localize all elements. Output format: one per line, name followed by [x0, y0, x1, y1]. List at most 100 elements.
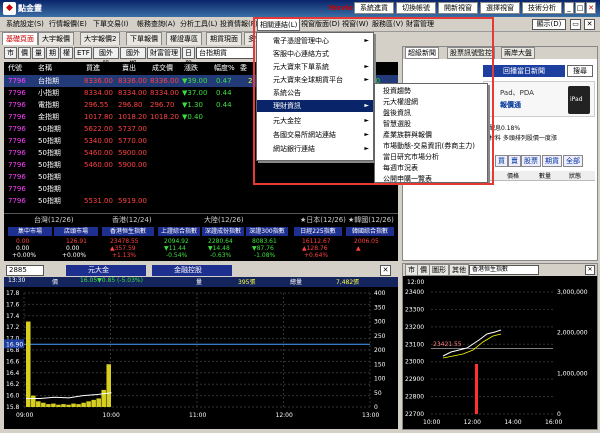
filter-all[interactable]: 全部 [563, 155, 583, 167]
summary-cn-sz[interactable]: 深證成份指數 [202, 227, 244, 236]
y-tick-label: 17.4 [6, 313, 20, 320]
quote-cell-bid: 1017.80 [84, 113, 113, 121]
summary-tw-otc[interactable]: 店頭市場 [54, 227, 98, 236]
filter-volume[interactable]: 量 [32, 47, 45, 59]
finance-info-item[interactable]: 元大權證網 [375, 97, 487, 108]
filter-options[interactable]: 權 [60, 47, 73, 59]
tab-futures[interactable]: 期貨現面 [206, 32, 242, 45]
symbol-select[interactable]: 台指期貨 [196, 47, 254, 59]
chart-vol-label: 量 [196, 279, 203, 286]
restore-icon[interactable]: ▭ [570, 19, 581, 30]
menu-info[interactable]: 投資情報(P) [218, 18, 260, 31]
filter-futures[interactable]: 期貨 [542, 155, 562, 167]
filter-wealth[interactable]: 財富管理 [147, 47, 181, 59]
top-button-1[interactable]: 切換帳號 [396, 2, 436, 14]
top-button-2[interactable]: 開新視窗 [438, 2, 478, 14]
index-close-icon[interactable]: ✕ [585, 265, 595, 275]
display-button[interactable]: 顯示(D) [532, 19, 566, 30]
filter-futures[interactable]: 期 [46, 47, 59, 59]
filter-etf[interactable]: ETF [74, 47, 92, 59]
replay-news-button[interactable]: 回播當日新聞 [483, 65, 565, 77]
tab-warrant[interactable]: 權證專區 [166, 32, 202, 45]
filter-foreign-stock[interactable]: 國外股 [93, 47, 119, 68]
sub-close-icon[interactable]: ✕ [584, 19, 595, 30]
menu-related-links[interactable]: 相關連結(L) [257, 18, 301, 31]
tab-basic[interactable]: 基礎頁面 [2, 32, 38, 45]
menu-account[interactable]: 帳務查詢(A) [135, 18, 177, 31]
tab-quote[interactable]: 大宇報價 [38, 32, 74, 45]
menu-wealth[interactable]: 財富管理 [404, 18, 436, 31]
summary-tw-main[interactable]: 集中市場 [8, 227, 52, 236]
finance-info-item[interactable]: 市場動態-交易資訊(券商主力) [375, 141, 487, 152]
related-link-item[interactable]: 系統公告 [257, 87, 373, 99]
finance-info-item[interactable]: 每週市況表 [375, 163, 487, 174]
related-link-item[interactable]: 電子憑證管理中心 ► [257, 35, 373, 47]
quote-cell-name: 台指期 [38, 77, 59, 85]
filter-price[interactable]: 價 [18, 47, 31, 59]
related-link-item[interactable]: 各國交易所網站連結 ► [257, 129, 373, 141]
summary-jp-nikkei[interactable]: 日經225指數 [294, 227, 342, 236]
finance-info-item[interactable]: 投資趨勢 [375, 86, 487, 97]
filter-day-session[interactable]: 日盤 [182, 47, 195, 68]
tab-cross-strait[interactable]: 兩岸大盤 [501, 47, 535, 59]
menu-quotes[interactable]: 行情報價(E) [47, 18, 89, 31]
rtab-graph[interactable]: 圖形 [429, 264, 449, 276]
y-tick-label: 16.0 [6, 393, 20, 400]
summary-cn-sz300[interactable]: 深證300指數 [246, 227, 288, 236]
related-link-item[interactable]: 元大寶來下單系統 ► [257, 61, 373, 73]
tab-order-quote[interactable]: 下單報價 [126, 32, 162, 45]
finance-info-item[interactable]: 當日研究市場分析 [375, 152, 487, 163]
top-button-0[interactable]: 系統進貨 [354, 2, 394, 14]
filter-sell[interactable]: 賣 [508, 155, 521, 167]
filter-stock[interactable]: 股票 [521, 155, 541, 167]
search-button[interactable]: 搜尋 [567, 65, 593, 77]
stock-code-input[interactable]: 2885 [6, 265, 44, 276]
volume-bar [66, 404, 71, 407]
chart-close-icon[interactable]: ✕ [380, 265, 391, 276]
y-tick-label: 16.4 [6, 370, 20, 377]
industry-button[interactable]: 金融控股 [152, 265, 232, 276]
ad-line1: Pad、PDA [500, 89, 534, 97]
related-link-item[interactable]: 理財資訊 ► [257, 100, 373, 112]
ad-banner[interactable]: Pad、PDA 報價通 iPad [483, 81, 595, 117]
top-button-3[interactable]: 選擇視窗 [480, 2, 520, 14]
minimize-icon[interactable]: _ [564, 2, 574, 14]
related-link-item[interactable]: 客服中心連絡方式 [257, 48, 373, 60]
x-tick-label: 12:00 [276, 412, 293, 419]
summary-hk-hsi[interactable]: 香港恒生指數 [102, 227, 154, 236]
maximize-icon[interactable]: □ [575, 2, 585, 14]
finance-info-item[interactable]: 產業族群與報價 [375, 130, 487, 141]
y-tick-label: 15.8 [6, 404, 20, 411]
summary-cn-sh[interactable]: 上證綜合指數 [158, 227, 200, 236]
menu-order[interactable]: 下單交易(I) [91, 18, 131, 31]
menu-layout[interactable]: 視窗版面(D) [299, 18, 342, 31]
related-link-item[interactable]: 元大金控 ► [257, 115, 373, 127]
quote-row[interactable]: 7796 50指期 5531.00 5919.00 [4, 195, 398, 207]
quote-row[interactable]: 7796 50指期 [4, 183, 398, 195]
close-icon[interactable]: ✕ [586, 2, 596, 14]
filter-buy[interactable]: 買 [495, 155, 508, 167]
tab-signal-monitor[interactable]: 股票訊號監控 [447, 47, 495, 59]
menu-tools[interactable]: 分析工具(L) [178, 18, 219, 31]
submenu-arrow-icon: ► [364, 102, 369, 109]
top-button-4[interactable]: 技術分析 [522, 2, 562, 14]
index-select[interactable]: 香港恒生指數 [469, 265, 539, 275]
menu-service[interactable]: 服務區(V) [370, 18, 405, 31]
menu-system[interactable]: 系統設定(S) [4, 18, 46, 31]
rtab-other[interactable]: 其他 [449, 264, 469, 276]
ad-line3: iPad [570, 96, 583, 103]
filter-foreign-futures[interactable]: 國外期 [120, 47, 146, 68]
finance-info-item[interactable]: 公開申購一覽表 [375, 174, 487, 185]
finance-info-item[interactable]: 盤後資訊 [375, 108, 487, 119]
quote-row[interactable]: 7796 50指期 [4, 171, 398, 183]
cn-val-g: -0.54% [166, 252, 188, 259]
filter-market[interactable]: 市 [4, 47, 17, 59]
tab-quote2[interactable]: 大宇報價2 [80, 32, 121, 45]
submenu-arrow-icon: ► [364, 76, 369, 83]
menu-window[interactable]: 視窗(W) [340, 18, 370, 31]
tab-super-news[interactable]: 超級新聞 [405, 47, 439, 59]
summary-kr-kospi[interactable]: 韓國綜合指數 [346, 227, 394, 236]
finance-info-item[interactable]: 智慧選股 [375, 119, 487, 130]
related-link-item[interactable]: 元大寶來全球期貨平台 ► [257, 74, 373, 86]
related-link-item[interactable]: 網站銀行連結 ► [257, 143, 373, 155]
